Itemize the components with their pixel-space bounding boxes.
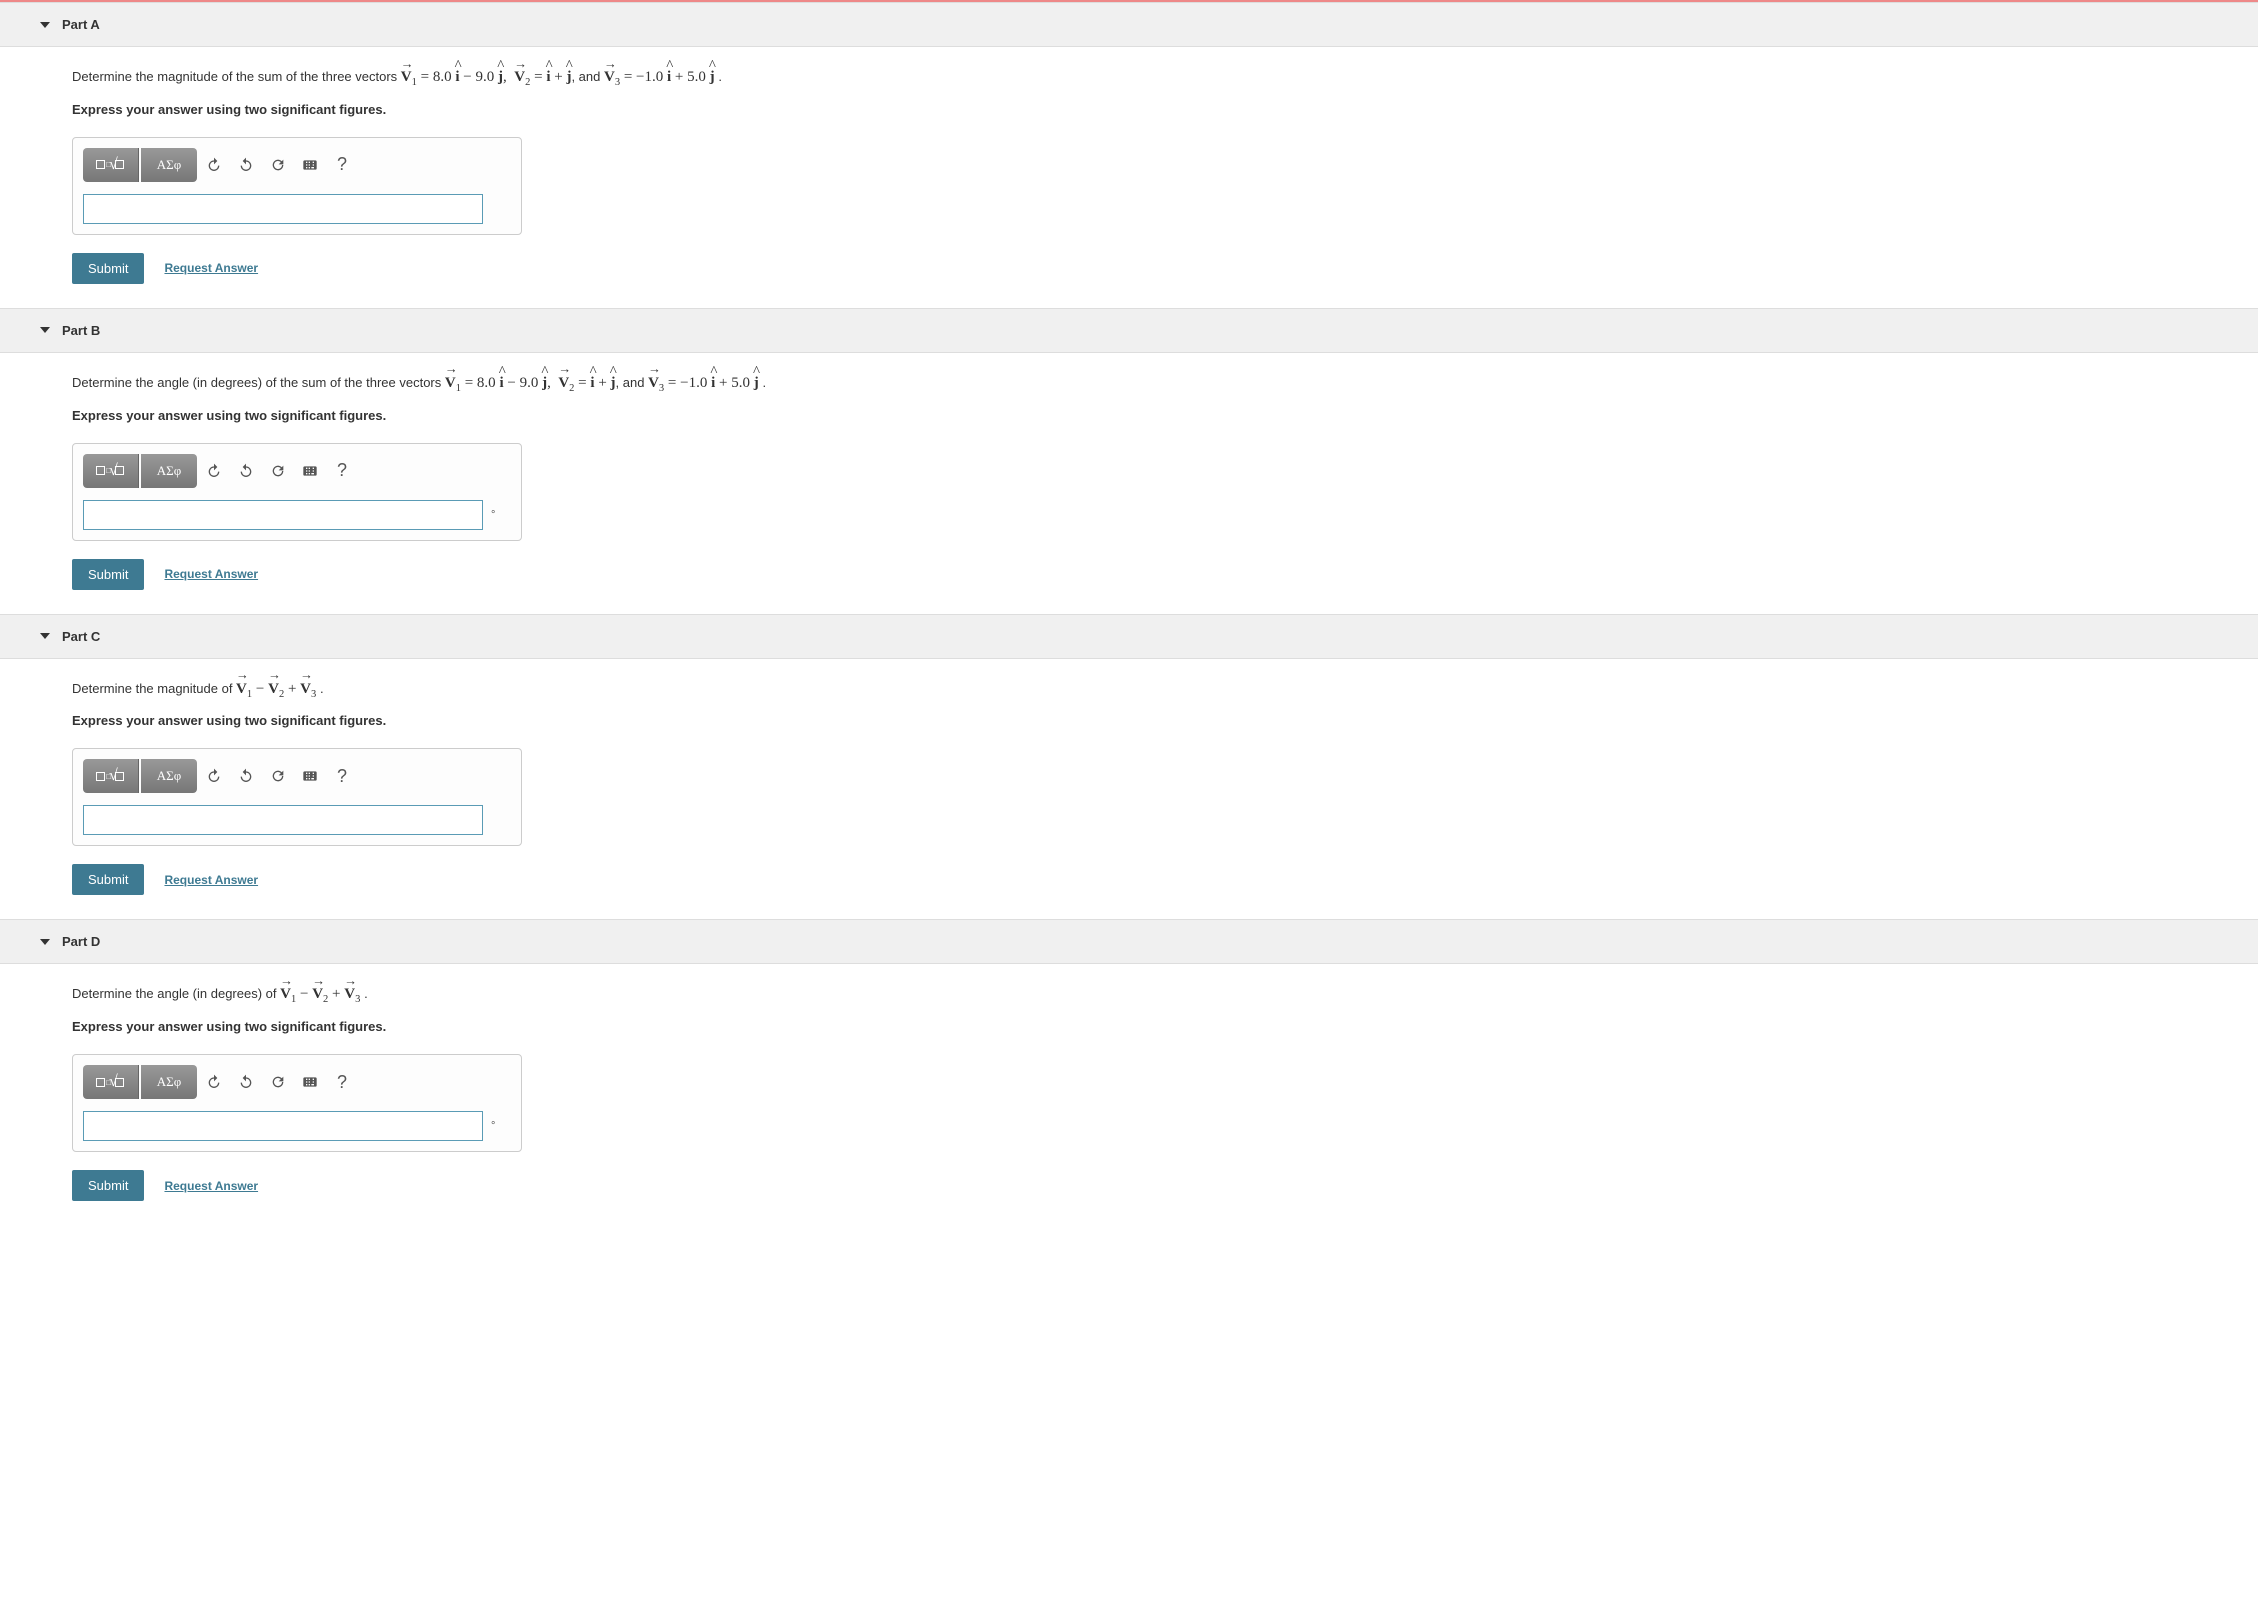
submit-button[interactable]: Submit	[72, 1170, 144, 1201]
part-a-answer-input[interactable]	[83, 194, 483, 224]
undo-icon[interactable]	[199, 148, 229, 182]
toolbar: □√ ΑΣφ ?	[83, 1065, 511, 1099]
part-d-header[interactable]: Part D	[0, 919, 2258, 964]
redo-icon[interactable]	[231, 148, 261, 182]
toolbar: □√ ΑΣφ ?	[83, 759, 511, 793]
submit-button[interactable]: Submit	[72, 253, 144, 284]
request-answer-link[interactable]: Request Answer	[164, 1179, 258, 1193]
reset-icon[interactable]	[263, 454, 293, 488]
collapse-icon	[40, 939, 50, 945]
toolbar: □√ ΑΣφ ?	[83, 148, 511, 182]
part-a-question: Determine the magnitude of the sum of th…	[72, 65, 2238, 92]
reset-icon[interactable]	[263, 148, 293, 182]
templates-button[interactable]: □√	[83, 1065, 139, 1099]
part-b-body: Determine the angle (in degrees) of the …	[0, 353, 2258, 614]
part-b-label: Part B	[62, 323, 100, 338]
part-b-answer-input[interactable]	[83, 500, 483, 530]
part-d-actions: Submit Request Answer	[72, 1170, 2238, 1201]
greek-button[interactable]: ΑΣφ	[141, 148, 197, 182]
request-answer-link[interactable]: Request Answer	[164, 261, 258, 275]
request-answer-link[interactable]: Request Answer	[164, 873, 258, 887]
reset-icon[interactable]	[263, 1065, 293, 1099]
part-c-actions: Submit Request Answer	[72, 864, 2238, 895]
collapse-icon	[40, 327, 50, 333]
part-b-actions: Submit Request Answer	[72, 559, 2238, 590]
part-c-container: Part C Determine the magnitude of V1 − V…	[0, 614, 2258, 920]
part-a-answer-box: □√ ΑΣφ ?	[72, 137, 522, 235]
part-d-body: Determine the angle (in degrees) of V1 −…	[0, 964, 2258, 1225]
undo-icon[interactable]	[199, 759, 229, 793]
part-c-instruction: Express your answer using two significan…	[72, 713, 2238, 728]
degree-unit: °	[491, 509, 495, 521]
part-d-label: Part D	[62, 934, 100, 949]
keyboard-icon[interactable]	[295, 759, 325, 793]
part-b-question: Determine the angle (in degrees) of the …	[72, 371, 2238, 398]
help-icon[interactable]: ?	[327, 759, 357, 793]
part-b-instruction: Express your answer using two significan…	[72, 408, 2238, 423]
part-d-answer-box: □√ ΑΣφ ? °	[72, 1054, 522, 1152]
keyboard-icon[interactable]	[295, 1065, 325, 1099]
templates-button[interactable]: □√	[83, 454, 139, 488]
redo-icon[interactable]	[231, 1065, 261, 1099]
help-icon[interactable]: ?	[327, 1065, 357, 1099]
part-a-header[interactable]: Part A	[0, 2, 2258, 47]
part-a-label: Part A	[62, 17, 100, 32]
part-c-question: Determine the magnitude of V1 − V2 + V3 …	[72, 677, 2238, 704]
part-d-question: Determine the angle (in degrees) of V1 −…	[72, 982, 2238, 1009]
part-c-label: Part C	[62, 629, 100, 644]
greek-button[interactable]: ΑΣφ	[141, 1065, 197, 1099]
part-b-container: Part B Determine the angle (in degrees) …	[0, 308, 2258, 614]
redo-icon[interactable]	[231, 454, 261, 488]
submit-button[interactable]: Submit	[72, 559, 144, 590]
part-c-header[interactable]: Part C	[0, 614, 2258, 659]
part-a-actions: Submit Request Answer	[72, 253, 2238, 284]
part-d-answer-input[interactable]	[83, 1111, 483, 1141]
part-a-instruction: Express your answer using two significan…	[72, 102, 2238, 117]
part-c-answer-input[interactable]	[83, 805, 483, 835]
greek-button[interactable]: ΑΣφ	[141, 454, 197, 488]
help-icon[interactable]: ?	[327, 148, 357, 182]
submit-button[interactable]: Submit	[72, 864, 144, 895]
templates-button[interactable]: □√	[83, 148, 139, 182]
greek-button[interactable]: ΑΣφ	[141, 759, 197, 793]
part-a-body: Determine the magnitude of the sum of th…	[0, 47, 2258, 308]
reset-icon[interactable]	[263, 759, 293, 793]
part-c-answer-box: □√ ΑΣφ ?	[72, 748, 522, 846]
part-b-answer-box: □√ ΑΣφ ? °	[72, 443, 522, 541]
templates-button[interactable]: □√	[83, 759, 139, 793]
part-d-container: Part D Determine the angle (in degrees) …	[0, 919, 2258, 1225]
redo-icon[interactable]	[231, 759, 261, 793]
help-icon[interactable]: ?	[327, 454, 357, 488]
part-c-body: Determine the magnitude of V1 − V2 + V3 …	[0, 659, 2258, 920]
undo-icon[interactable]	[199, 454, 229, 488]
keyboard-icon[interactable]	[295, 454, 325, 488]
degree-unit: °	[491, 1120, 495, 1132]
request-answer-link[interactable]: Request Answer	[164, 567, 258, 581]
keyboard-icon[interactable]	[295, 148, 325, 182]
toolbar: □√ ΑΣφ ?	[83, 454, 511, 488]
part-b-header[interactable]: Part B	[0, 308, 2258, 353]
undo-icon[interactable]	[199, 1065, 229, 1099]
collapse-icon	[40, 633, 50, 639]
part-a-container: Part A Determine the magnitude of the su…	[0, 2, 2258, 308]
part-d-instruction: Express your answer using two significan…	[72, 1019, 2238, 1034]
collapse-icon	[40, 22, 50, 28]
